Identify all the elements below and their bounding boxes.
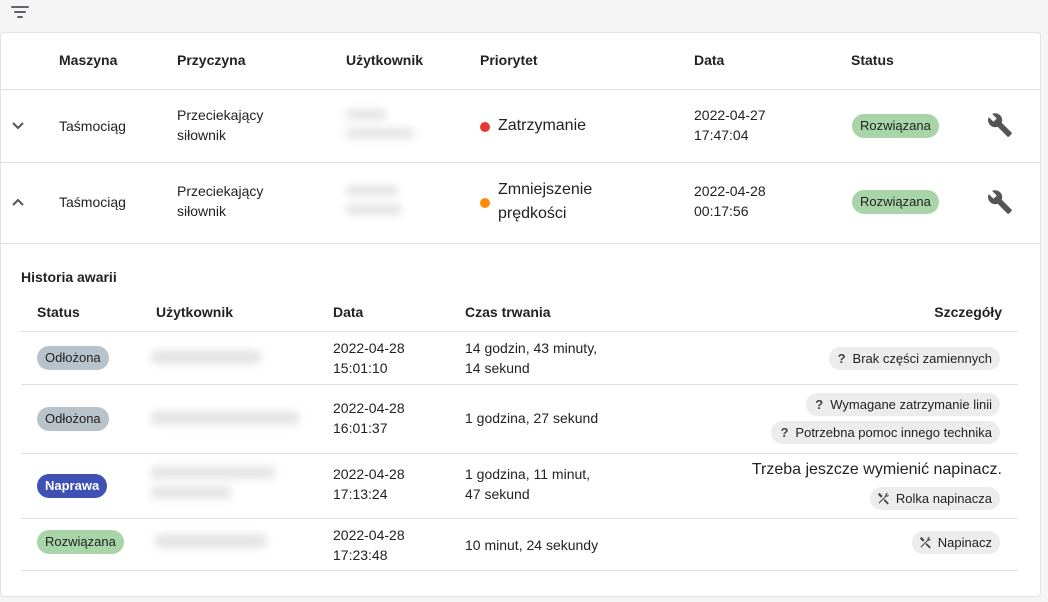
duration-line: 47 sekund bbox=[465, 486, 530, 502]
wrench-icon[interactable] bbox=[987, 112, 1013, 138]
detail-chip[interactable]: Napinacz bbox=[911, 531, 1000, 554]
time-cell: 17:47:04 bbox=[694, 127, 749, 143]
time-cell: 16:01:37 bbox=[333, 420, 388, 436]
reason-line: Przeciekający bbox=[177, 183, 264, 199]
history-row: Odłożona 2022-04-28 15:01:10 14 godzin, … bbox=[21, 332, 1018, 384]
history-row: Odłożona 2022-04-28 16:01:37 1 godzina, … bbox=[21, 385, 1018, 453]
date-cell: 2022-04-28 bbox=[333, 340, 405, 356]
duration-line: 10 minut, 24 sekundy bbox=[465, 537, 599, 553]
chevron-down-icon[interactable] bbox=[11, 121, 25, 131]
status-badge: Rozwiązana bbox=[852, 190, 939, 214]
history-row: Naprawa 2022-04-28 17:13:24 1 godzina, 1… bbox=[21, 454, 1018, 518]
status-badge: Odłożona bbox=[37, 407, 109, 431]
priority-label: Zmniejszenie bbox=[498, 181, 593, 198]
redacted-user bbox=[151, 350, 261, 364]
breakdowns-card: Maszyna Przyczyna Użytkownik Priorytet D… bbox=[0, 32, 1041, 597]
history-note: Trzeba jeszcze wymienić napinacz. bbox=[751, 461, 1002, 478]
redacted-user bbox=[346, 128, 414, 139]
divider bbox=[21, 570, 1018, 571]
history-header-duration: Czas trwania bbox=[465, 304, 551, 320]
date-cell: 2022-04-28 bbox=[333, 466, 405, 482]
header-date: Data bbox=[694, 52, 725, 68]
redacted-user bbox=[346, 204, 402, 215]
priority-dot bbox=[480, 198, 490, 208]
history-header-details: Szczegóły bbox=[934, 304, 1002, 320]
redacted-user bbox=[151, 486, 231, 499]
header-priority: Priorytet bbox=[480, 52, 538, 68]
reason-line: Przeciekający bbox=[177, 107, 264, 123]
priority-dot bbox=[480, 122, 490, 132]
detail-chip[interactable]: ? Brak części zamiennych bbox=[828, 347, 1000, 370]
status-badge: Naprawa bbox=[37, 474, 108, 498]
redacted-user bbox=[155, 534, 267, 548]
time-cell: 15:01:10 bbox=[333, 360, 388, 376]
question-icon: ? bbox=[837, 351, 846, 366]
detail-chip[interactable]: ? Wymagane zatrzymanie linii bbox=[806, 393, 1000, 416]
date-cell: 2022-04-27 bbox=[694, 107, 766, 123]
duration-line: 14 godzin, 43 minuty, bbox=[465, 340, 598, 356]
question-icon: ? bbox=[815, 397, 824, 412]
time-cell: 17:13:24 bbox=[333, 486, 388, 502]
filter-list-icon[interactable] bbox=[11, 4, 31, 20]
reason-line: siłownik bbox=[177, 203, 227, 219]
history-header-status: Status bbox=[37, 304, 80, 320]
duration-line: 1 godzina, 27 sekund bbox=[465, 410, 599, 426]
status-badge: Rozwiązana bbox=[852, 114, 939, 138]
redacted-user bbox=[346, 109, 386, 120]
history-panel: Historia awarii Status Użytkownik Data C… bbox=[21, 269, 1018, 571]
header-reason: Przyczyna bbox=[177, 52, 246, 68]
date-cell: 2022-04-28 bbox=[333, 527, 405, 543]
tools-icon bbox=[919, 536, 931, 549]
header-status: Status bbox=[851, 52, 894, 68]
table-row: Taśmociąg Przeciekający siłownik Zatrzym… bbox=[1, 90, 1040, 162]
table-row: Taśmociąg Przeciekający siłownik Zmniejs… bbox=[1, 163, 1040, 243]
duration-line: 1 godzina, 11 minut, bbox=[465, 466, 591, 482]
header-machine: Maszyna bbox=[59, 52, 118, 68]
status-badge: Odłożona bbox=[37, 346, 109, 370]
redacted-user bbox=[346, 185, 398, 196]
history-title: Historia awarii bbox=[21, 269, 117, 285]
history-header-date: Data bbox=[333, 304, 364, 320]
priority-label: prędkości bbox=[498, 205, 567, 222]
priority-label: Zatrzymanie bbox=[498, 117, 587, 134]
detail-chip[interactable]: ? Potrzebna pomoc innego technika bbox=[771, 421, 1000, 444]
tools-icon bbox=[877, 492, 889, 505]
status-badge: Rozwiązana bbox=[37, 530, 124, 554]
history-row: Rozwiązana 2022-04-28 17:23:48 10 minut,… bbox=[21, 519, 1018, 571]
header-user: Użytkownik bbox=[346, 52, 424, 68]
date-cell: 2022-04-28 bbox=[333, 400, 405, 416]
date-cell: 2022-04-28 bbox=[694, 183, 766, 199]
divider bbox=[1, 243, 1040, 244]
machine-cell: Taśmociąg bbox=[59, 118, 126, 134]
machine-cell: Taśmociąg bbox=[59, 194, 126, 210]
redacted-user bbox=[151, 466, 275, 479]
redacted-user bbox=[151, 411, 299, 425]
wrench-icon[interactable] bbox=[987, 189, 1013, 215]
reason-line: siłownik bbox=[177, 127, 227, 143]
duration-line: 14 sekund bbox=[465, 360, 530, 376]
history-header-user: Użytkownik bbox=[156, 304, 234, 320]
time-cell: 00:17:56 bbox=[694, 203, 749, 219]
detail-chip[interactable]: Rolka napinacza bbox=[869, 487, 1000, 510]
chevron-up-icon[interactable] bbox=[11, 197, 25, 207]
question-icon: ? bbox=[780, 425, 789, 440]
time-cell: 17:23:48 bbox=[333, 547, 388, 563]
